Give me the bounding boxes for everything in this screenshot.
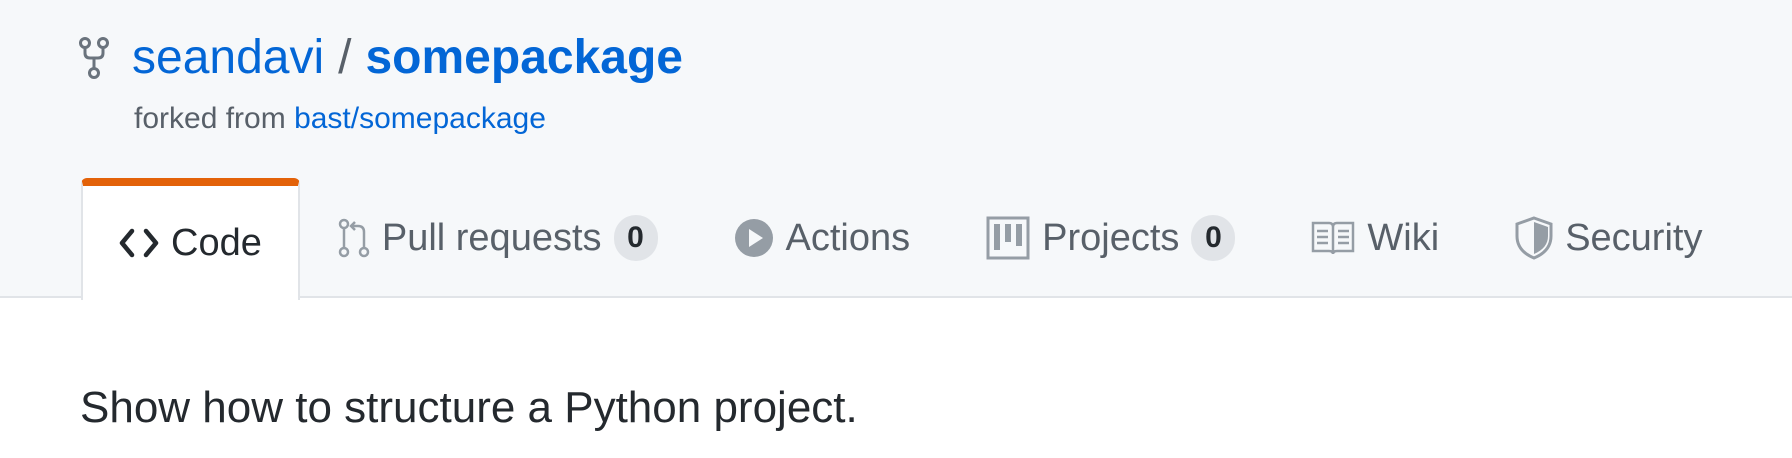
tab-code-label: Code xyxy=(171,221,262,264)
project-icon xyxy=(986,216,1030,260)
repo-description: Show how to structure a Python project. xyxy=(80,383,858,432)
repo-nav-tabs: Code Pull requests 0 Actions Projects 0 … xyxy=(81,178,1740,300)
tab-projects[interactable]: Projects 0 xyxy=(948,178,1273,298)
repo-title-row: seandavi / somepackage xyxy=(76,30,683,86)
tab-wiki[interactable]: Wiki xyxy=(1273,178,1477,298)
projects-counter: 0 xyxy=(1191,215,1236,261)
repo-path-separator: / xyxy=(338,31,352,84)
forked-from-label: forked from xyxy=(134,102,286,135)
tab-actions-label: Actions xyxy=(785,216,911,259)
tab-security[interactable]: Security xyxy=(1477,178,1740,298)
tab-code[interactable]: Code xyxy=(81,178,300,300)
book-icon xyxy=(1311,220,1355,256)
tab-security-label: Security xyxy=(1565,216,1703,259)
fork-source-link[interactable]: bast/somepackage xyxy=(294,102,546,135)
forked-from-note: forked from bast/somepackage xyxy=(134,100,546,138)
repo-header: seandavi / somepackage forked from bast/so… xyxy=(0,0,1792,300)
pull-request-icon xyxy=(338,218,370,258)
repo-owner-link[interactable]: seandavi xyxy=(132,31,324,84)
code-icon xyxy=(119,228,159,258)
repo-forked-icon xyxy=(76,34,112,82)
tab-pull-requests-label: Pull requests xyxy=(381,216,602,259)
pull-requests-counter: 0 xyxy=(613,215,658,261)
repo-name-link[interactable]: somepackage xyxy=(365,31,683,84)
tab-actions[interactable]: Actions xyxy=(696,178,949,298)
tab-wiki-label: Wiki xyxy=(1367,216,1440,259)
shield-icon xyxy=(1515,216,1553,260)
tab-projects-label: Projects xyxy=(1042,216,1180,259)
repo-title: seandavi / somepackage xyxy=(132,30,683,86)
play-icon xyxy=(734,218,774,258)
tab-pull-requests[interactable]: Pull requests 0 xyxy=(300,178,696,298)
